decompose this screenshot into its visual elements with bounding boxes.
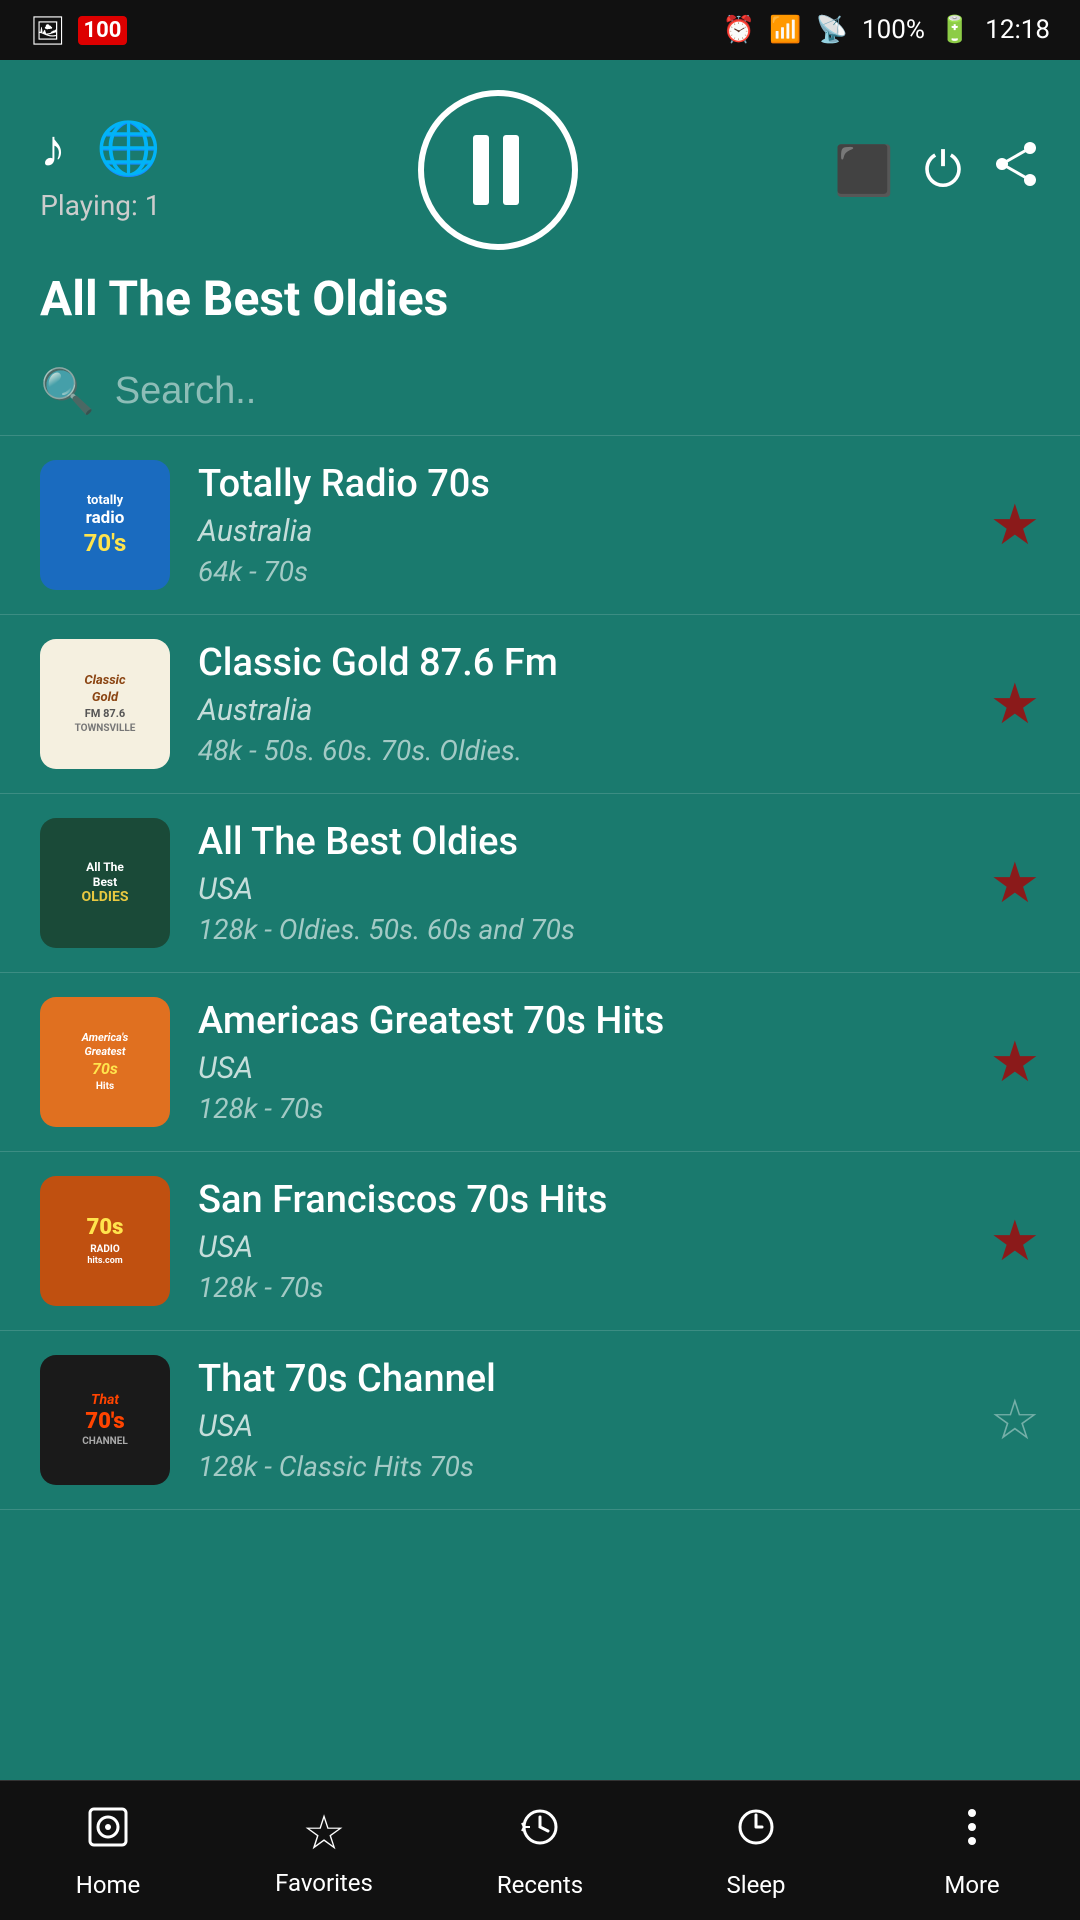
player-controls-row: ♪ 🌐 Playing: 1 ⬛ ⏻ bbox=[40, 90, 1040, 250]
player-right-icons: ⬛ ⏻ bbox=[834, 140, 1040, 200]
list-item[interactable]: 70s RADIO hits.com San Franciscos 70s Hi… bbox=[0, 1152, 1080, 1331]
player-left-icons: ♪ 🌐 Playing: 1 bbox=[40, 118, 161, 222]
nav-item-home[interactable]: Home bbox=[0, 1803, 216, 1899]
station-country: USA bbox=[198, 872, 962, 907]
nav-item-more[interactable]: More bbox=[864, 1803, 1080, 1899]
more-icon bbox=[948, 1803, 996, 1863]
favorite-button[interactable]: ☆ bbox=[990, 1387, 1040, 1453]
nav-label-sleep: Sleep bbox=[726, 1871, 785, 1899]
station-meta: 128k - 70s bbox=[198, 1092, 962, 1125]
favorite-button[interactable]: ★ bbox=[990, 492, 1040, 558]
station-country: USA bbox=[198, 1409, 962, 1444]
station-info: Totally Radio 70s Australia 64k - 70s bbox=[198, 462, 962, 588]
station-info: Americas Greatest 70s Hits USA 128k - 70… bbox=[198, 999, 962, 1125]
nav-label-recents: Recents bbox=[497, 1871, 583, 1899]
station-name: Classic Gold 87.6 Fm bbox=[198, 641, 962, 685]
power-button[interactable]: ⏻ bbox=[924, 141, 962, 199]
station-info: Classic Gold 87.6 Fm Australia 48k - 50s… bbox=[198, 641, 962, 767]
share-button[interactable] bbox=[992, 140, 1040, 200]
list-item[interactable]: All The Best OLDIES All The Best Oldies … bbox=[0, 794, 1080, 973]
station-meta: 48k - 50s. 60s. 70s. Oldies. bbox=[198, 734, 962, 767]
app-icon: 100 bbox=[78, 16, 128, 45]
pause-icon bbox=[473, 135, 523, 205]
station-country: Australia bbox=[198, 514, 962, 549]
search-bar: 🔍 bbox=[0, 347, 1080, 436]
nav-label-more: More bbox=[944, 1871, 999, 1899]
signal-icon: 📡 bbox=[816, 15, 848, 45]
nav-label-favorites: Favorites bbox=[275, 1869, 373, 1897]
station-country: USA bbox=[198, 1230, 962, 1265]
favorite-button[interactable]: ★ bbox=[990, 1208, 1040, 1274]
station-logo: America's Greatest 70s Hits bbox=[40, 997, 170, 1127]
station-list: totally radio 70's Totally Radio 70s Aus… bbox=[0, 436, 1080, 1746]
station-meta: 128k - Classic Hits 70s bbox=[198, 1450, 962, 1483]
station-meta: 64k - 70s bbox=[198, 555, 962, 588]
time-label: 12:18 bbox=[985, 15, 1050, 45]
station-country: Australia bbox=[198, 693, 962, 728]
station-info: All The Best Oldies USA 128k - Oldies. 5… bbox=[198, 820, 962, 946]
station-logo: totally radio 70's bbox=[40, 460, 170, 590]
sleep-icon bbox=[732, 1803, 780, 1863]
home-icon bbox=[84, 1803, 132, 1863]
status-bar: 🖼 100 ⏰ 📶 📡 100% 🔋 12:18 bbox=[0, 0, 1080, 60]
status-left: 🖼 100 bbox=[30, 14, 127, 47]
list-item[interactable]: totally radio 70's Totally Radio 70s Aus… bbox=[0, 436, 1080, 615]
player-header: ♪ 🌐 Playing: 1 ⬛ ⏻ bbox=[0, 60, 1080, 347]
station-logo: Classic Gold FM 87.6 TOWNSVILLE bbox=[40, 639, 170, 769]
globe-icon[interactable]: 🌐 bbox=[96, 118, 161, 179]
station-name: San Franciscos 70s Hits bbox=[198, 1178, 962, 1222]
station-info: San Franciscos 70s Hits USA 128k - 70s bbox=[198, 1178, 962, 1304]
nav-item-recents[interactable]: Recents bbox=[432, 1803, 648, 1899]
playing-label: Playing: 1 bbox=[40, 189, 160, 222]
nav-label-home: Home bbox=[76, 1871, 141, 1899]
station-meta: 128k - Oldies. 50s. 60s and 70s bbox=[198, 913, 962, 946]
bottom-nav: Home ☆ Favorites Recents Sleep bbox=[0, 1780, 1080, 1920]
photo-icon: 🖼 bbox=[30, 14, 66, 47]
recents-icon bbox=[516, 1803, 564, 1863]
station-meta: 128k - 70s bbox=[198, 1271, 962, 1304]
station-name: That 70s Channel bbox=[198, 1357, 962, 1401]
favorite-button[interactable]: ★ bbox=[990, 671, 1040, 737]
station-name: Americas Greatest 70s Hits bbox=[198, 999, 962, 1043]
station-logo: All The Best OLDIES bbox=[40, 818, 170, 948]
list-item[interactable]: That 70's CHANNEL That 70s Channel USA 1… bbox=[0, 1331, 1080, 1510]
favorite-button[interactable]: ★ bbox=[990, 1029, 1040, 1095]
stop-button[interactable]: ⬛ bbox=[834, 142, 894, 199]
nav-item-sleep[interactable]: Sleep bbox=[648, 1803, 864, 1899]
current-station-title: All The Best Oldies bbox=[40, 270, 1040, 327]
music-icon[interactable]: ♪ bbox=[40, 118, 66, 179]
status-right: ⏰ 📶 📡 100% 🔋 12:18 bbox=[723, 15, 1050, 45]
favorites-icon: ☆ bbox=[302, 1804, 345, 1861]
battery-icon: 🔋 bbox=[939, 15, 971, 45]
wifi-icon: 📶 bbox=[769, 15, 801, 45]
alarm-icon: ⏰ bbox=[723, 15, 755, 45]
favorite-button[interactable]: ★ bbox=[990, 850, 1040, 916]
list-item[interactable]: Classic Gold FM 87.6 TOWNSVILLE Classic … bbox=[0, 615, 1080, 794]
station-logo: That 70's CHANNEL bbox=[40, 1355, 170, 1485]
search-icon: 🔍 bbox=[40, 365, 95, 417]
station-country: USA bbox=[198, 1051, 962, 1086]
station-info: That 70s Channel USA 128k - Classic Hits… bbox=[198, 1357, 962, 1483]
search-input[interactable] bbox=[115, 370, 1040, 413]
station-name: Totally Radio 70s bbox=[198, 462, 962, 506]
station-logo: 70s RADIO hits.com bbox=[40, 1176, 170, 1306]
battery-label: 100% bbox=[862, 15, 925, 45]
pause-button[interactable] bbox=[418, 90, 578, 250]
nav-item-favorites[interactable]: ☆ Favorites bbox=[216, 1804, 432, 1897]
station-name: All The Best Oldies bbox=[198, 820, 962, 864]
list-item[interactable]: America's Greatest 70s Hits Americas Gre… bbox=[0, 973, 1080, 1152]
